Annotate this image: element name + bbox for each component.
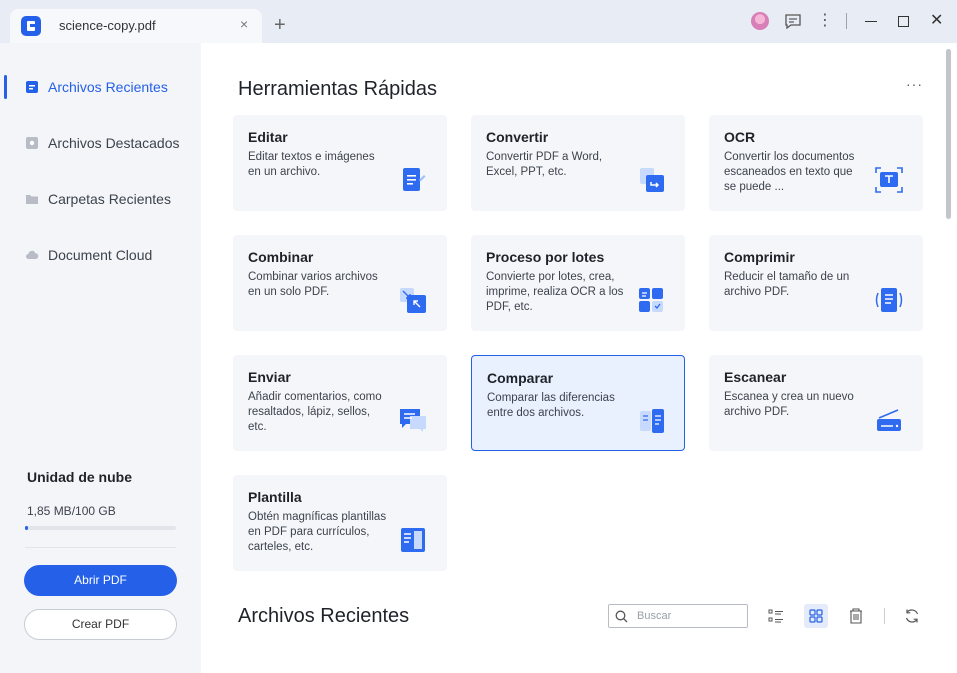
tool-card-edit[interactable]: Editar Editar textos e imágenes en un ar… [233, 115, 447, 211]
compress-icon [875, 288, 903, 312]
toolbar-separator [884, 608, 885, 624]
cloud-storage-usage: 1,85 MB/100 GB [27, 504, 116, 518]
tool-title: Enviar [248, 369, 291, 385]
new-tab-icon[interactable]: + [274, 15, 286, 35]
edit-icon [403, 168, 426, 191]
title-separator [846, 13, 847, 29]
tool-card-combine[interactable]: Combinar Combinar varios archivos en un … [233, 235, 447, 331]
sidebar-divider [25, 547, 176, 548]
tool-title: Plantilla [248, 489, 302, 505]
delete-button[interactable] [844, 604, 868, 628]
search-input[interactable] [637, 608, 742, 624]
create-pdf-button[interactable]: Crear PDF [24, 609, 177, 640]
minimize-icon[interactable] [865, 21, 877, 22]
tool-card-compare[interactable]: Comparar Comparar las diferencias entre … [471, 355, 685, 451]
storage-progress-fill [25, 526, 28, 530]
search-box[interactable] [608, 604, 748, 628]
sidebar: Archivos Recientes Archivos Destacados C… [0, 43, 201, 673]
storage-progress-bar [25, 526, 176, 530]
sidebar-item-label: Document Cloud [48, 247, 153, 263]
quick-tools-title: Herramientas Rápidas [238, 78, 437, 100]
document-tab[interactable]: science-copy.pdf × [10, 9, 262, 43]
tool-card-ocr[interactable]: OCR Convertir los documentos escaneados … [709, 115, 923, 211]
ocr-icon [875, 167, 903, 193]
scan-icon [877, 409, 901, 431]
sidebar-item-starred-files[interactable]: Archivos Destacados [0, 123, 201, 163]
compare-icon [640, 409, 664, 433]
tool-card-batch[interactable]: Proceso por lotes Convierte por lotes, c… [471, 235, 685, 331]
title-bar: science-copy.pdf × + ⋮ ✕ [0, 0, 957, 43]
tool-card-comment[interactable]: Enviar Añadir comentarios, como resaltad… [233, 355, 447, 451]
app-logo-icon [21, 16, 41, 36]
tool-description: Combinar varios archivos en un solo PDF. [248, 271, 378, 298]
sidebar-item-label: Archivos Destacados [48, 135, 180, 151]
tool-title: Escanear [724, 369, 787, 385]
cloud-storage-title: Unidad de nube [27, 469, 132, 485]
tool-card-compress[interactable]: Comprimir Reducir el tamaño de un archiv… [709, 235, 923, 331]
active-indicator [4, 75, 7, 99]
tool-title: Combinar [248, 249, 314, 265]
list-view-icon [768, 609, 783, 623]
sidebar-item-recent-folders[interactable]: Carpetas Recientes [0, 179, 201, 219]
batch-icon [639, 288, 663, 312]
refresh-button[interactable] [900, 604, 924, 628]
convert-icon [640, 168, 664, 192]
tool-card-scan[interactable]: Escanear Escanea y crea un nuevo archivo… [709, 355, 923, 451]
maximize-icon[interactable] [898, 16, 909, 27]
folder-icon [26, 195, 38, 204]
tool-title: Proceso por lotes [486, 249, 605, 265]
sidebar-item-recent-files[interactable]: Archivos Recientes [0, 67, 201, 107]
trash-icon [850, 608, 862, 624]
grid-view-icon [809, 609, 823, 623]
tool-description: Añadir comentarios, como resaltados, láp… [248, 391, 382, 433]
tool-description: Reducir el tamaño de un archivo PDF. [724, 271, 850, 298]
tool-title: Editar [248, 129, 288, 145]
template-icon [401, 528, 425, 552]
cloud-icon [26, 250, 39, 259]
recent-files-title: Archivos Recientes [238, 605, 410, 627]
open-pdf-button[interactable]: Abrir PDF [24, 565, 177, 596]
refresh-icon [905, 609, 919, 623]
tool-title: OCR [724, 129, 756, 145]
tool-card-template[interactable]: Plantilla Obtén magníficas plantillas en… [233, 475, 447, 571]
tool-description: Editar textos e imágenes en un archivo. [248, 151, 375, 178]
grid-view-button[interactable] [804, 604, 828, 628]
sidebar-item-label: Carpetas Recientes [48, 191, 171, 207]
search-icon [615, 610, 628, 623]
tool-description: Escanea y crea un nuevo archivo PDF. [724, 391, 854, 418]
tool-description: Convertir los documentos escaneados en t… [724, 151, 855, 193]
tool-description: Convertir PDF a Word, Excel, PPT, etc. [486, 151, 603, 178]
sidebar-item-label: Archivos Recientes [48, 79, 168, 95]
main-content: Herramientas Rápidas ··· Editar Editar t… [201, 43, 957, 673]
tool-description: Obtén magníficas plantillas en PDF para … [248, 511, 387, 553]
tool-description: Convierte por lotes, crea, imprime, real… [486, 271, 624, 313]
sidebar-item-document-cloud[interactable]: Document Cloud [0, 235, 201, 275]
scrollbar[interactable] [946, 49, 951, 219]
tab-close-icon[interactable]: × [240, 16, 248, 32]
close-window-icon[interactable]: ✕ [930, 12, 943, 30]
feedback-icon[interactable] [784, 12, 802, 30]
tool-title: Comprimir [724, 249, 795, 265]
more-options-icon[interactable]: ⋮ [816, 12, 834, 30]
tool-title: Comparar [487, 370, 554, 386]
comment-icon [400, 409, 426, 432]
combine-icon [400, 288, 426, 313]
tab-title: science-copy.pdf [59, 18, 156, 33]
more-horizontal-icon[interactable]: ··· [906, 76, 923, 92]
user-avatar-icon[interactable] [751, 12, 769, 30]
recent-files-icon [26, 81, 38, 93]
tool-title: Convertir [486, 129, 549, 145]
star-icon [26, 137, 38, 149]
tool-description: Comparar las diferencias entre dos archi… [487, 392, 615, 419]
tool-card-convert[interactable]: Convertir Convertir PDF a Word, Excel, P… [471, 115, 685, 211]
list-view-button[interactable] [764, 604, 788, 628]
